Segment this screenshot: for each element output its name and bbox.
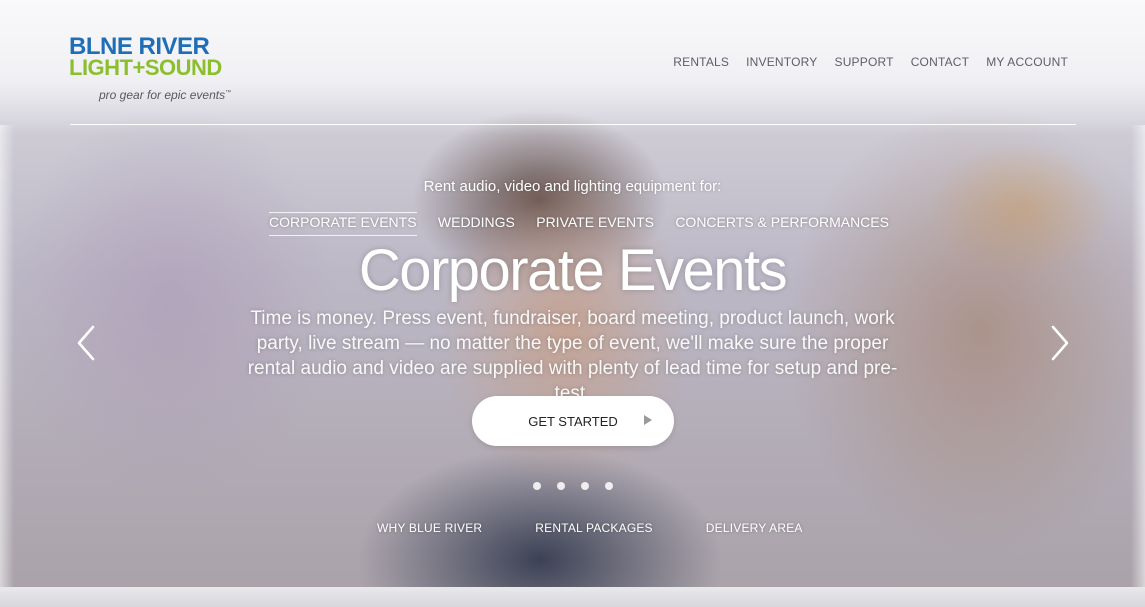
nav-support[interactable]: SUPPORT [834, 55, 893, 69]
carousel-dot-2[interactable] [557, 482, 565, 490]
link-delivery-area[interactable]: DELIVERY AREA [706, 521, 803, 535]
chevron-left-icon [77, 325, 95, 361]
carousel-next-button[interactable] [1044, 323, 1074, 363]
next-section-strip [0, 587, 1145, 607]
hero-description: Time is money. Press event, fundraiser, … [247, 308, 898, 404]
carousel-dot-1[interactable] [533, 482, 541, 490]
main-nav: RENTALS INVENTORY SUPPORT CONTACT MY ACC… [673, 55, 1068, 69]
site-logo[interactable]: BLNE RIVER LIGHT+SOUND pro gear for epic… [69, 35, 259, 106]
hero-secondary-links: WHY BLUE RIVER RENTAL PACKAGES DELIVERY … [377, 521, 803, 535]
get-started-button[interactable]: GET STARTED [472, 396, 674, 446]
carousel-dot-4[interactable] [605, 482, 613, 490]
nav-contact[interactable]: CONTACT [911, 55, 970, 69]
header-divider [70, 124, 1076, 125]
play-arrow-icon [644, 415, 652, 425]
logo-tagline: pro gear for epic events™ [99, 88, 232, 102]
carousel-prev-button[interactable] [72, 323, 102, 363]
trademark-symbol: ™ [225, 90, 232, 96]
link-rental-packages[interactable]: RENTAL PACKAGES [535, 521, 652, 535]
hero-lead-text: Rent audio, video and lighting equipment… [423, 178, 722, 195]
nav-inventory[interactable]: INVENTORY [746, 55, 817, 69]
tab-concerts-performances[interactable]: CONCERTS & PERFORMANCES [675, 214, 889, 236]
tab-private-events[interactable]: PRIVATE EVENTS [536, 214, 654, 236]
logo-wordmark-bottom: LIGHT+SOUND [69, 55, 222, 80]
get-started-label: GET STARTED [528, 413, 618, 429]
carousel-dots [533, 482, 613, 490]
tab-corporate-events[interactable]: CORPORATE EVENTS [269, 212, 417, 236]
hero-title: Corporate Events [358, 238, 788, 303]
event-type-tabs: CORPORATE EVENTS WEDDINGS PRIVATE EVENTS… [269, 212, 889, 236]
tab-weddings[interactable]: WEDDINGS [438, 214, 515, 236]
link-why-blue-river[interactable]: WHY BLUE RIVER [377, 521, 482, 535]
nav-rentals[interactable]: RENTALS [673, 55, 729, 69]
nav-my-account[interactable]: MY ACCOUNT [986, 55, 1068, 69]
chevron-right-icon [1051, 325, 1069, 361]
carousel-dot-3[interactable] [581, 482, 589, 490]
